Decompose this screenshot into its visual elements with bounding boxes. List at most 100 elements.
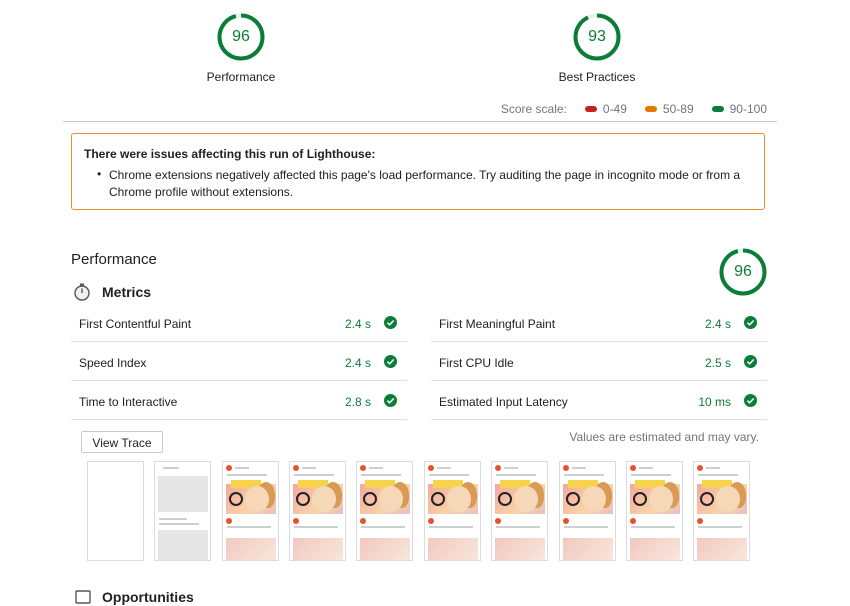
- frame-text-line: [159, 523, 199, 525]
- pass-check-icon: [384, 355, 397, 368]
- filmstrip-frame: [222, 461, 279, 561]
- frame-illustration: [633, 492, 647, 506]
- score-scale-average-dot: [644, 106, 657, 112]
- performance-section-gauge[interactable]: 96: [719, 248, 767, 296]
- frame-image: [495, 538, 545, 560]
- metric-value: 2.8 s: [344, 395, 371, 409]
- frame-text-line: [369, 467, 383, 469]
- run-warning-title: There were issues affecting this run of …: [84, 147, 376, 161]
- best-practices-gauge[interactable]: 93: [573, 13, 621, 61]
- frame-banner: [702, 480, 732, 488]
- view-trace-button[interactable]: View Trace: [81, 431, 163, 453]
- frame-image: [428, 484, 478, 514]
- frame-illustration: [391, 482, 409, 508]
- frame-illustration: [700, 492, 714, 506]
- metric-value: 2.4 s: [344, 356, 371, 370]
- metric-name: First CPU Idle: [439, 356, 514, 370]
- frame-text-line: [572, 467, 586, 469]
- frame-text-line: [706, 467, 720, 469]
- metric-value: 10 ms: [698, 395, 731, 409]
- stopwatch-icon: [74, 283, 90, 301]
- frame-text-line: [698, 474, 738, 476]
- frame-text-line: [698, 526, 742, 528]
- frame-text-line: [294, 526, 338, 528]
- filmstrip-frame-loading: [154, 461, 211, 561]
- pass-check-icon: [744, 316, 757, 329]
- frame-text-line: [564, 526, 608, 528]
- frame-avatar: [630, 518, 636, 524]
- filmstrip-frame: [491, 461, 548, 561]
- frame-image: [697, 484, 747, 514]
- bullet-icon: •: [97, 167, 102, 181]
- pass-check-icon: [744, 355, 757, 368]
- frame-text-line: [631, 526, 675, 528]
- frame-image: [293, 484, 343, 514]
- performance-gauge-label[interactable]: Performance: [191, 70, 291, 84]
- frame-text-line: [631, 474, 671, 476]
- score-scale-label: Score scale:: [500, 102, 567, 116]
- frame-banner: [500, 480, 530, 488]
- frame-illustration: [716, 486, 740, 512]
- frame-avatar: [226, 518, 232, 524]
- frame-banner: [231, 480, 261, 488]
- frame-image: [226, 538, 276, 560]
- opportunities-heading: Opportunities: [102, 589, 194, 605]
- frame-text-line: [159, 518, 187, 520]
- frame-text-line: [429, 474, 469, 476]
- frame-text-line: [504, 467, 518, 469]
- frame-avatar: [495, 465, 501, 471]
- metric-name: First Contentful Paint: [79, 317, 192, 331]
- pass-check-icon: [744, 394, 757, 407]
- score-scale-pass-range: 90-100: [729, 102, 767, 116]
- metric-time-to-interactive: Time to Interactive 2.8 s: [71, 382, 407, 420]
- frame-image: [360, 538, 410, 560]
- frame-banner: [365, 480, 395, 488]
- frame-image: [697, 538, 747, 560]
- score-scale: Score scale: 0-49 50-89 90-100: [501, 102, 767, 116]
- frame-image: [563, 484, 613, 514]
- score-scale-fail-range: 0-49: [602, 102, 627, 116]
- pass-check-icon: [384, 316, 397, 329]
- metric-value: 2.5 s: [704, 356, 731, 370]
- frame-illustration: [649, 486, 673, 512]
- performance-gauge[interactable]: 96: [217, 13, 265, 61]
- frame-avatar: [226, 465, 232, 471]
- performance-score: 96: [232, 28, 250, 45]
- frame-image: [563, 538, 613, 560]
- frame-illustration: [728, 482, 746, 508]
- frame-avatar: [563, 518, 569, 524]
- frame-illustration: [582, 486, 606, 512]
- metric-speed-index: Speed Index 2.4 s: [71, 343, 407, 381]
- frame-illustration: [526, 482, 544, 508]
- run-warning-box: There were issues affecting this run of …: [71, 133, 765, 210]
- frame-banner: [568, 480, 598, 488]
- frame-banner: [433, 480, 463, 488]
- frame-illustration: [379, 486, 403, 512]
- frame-avatar: [697, 465, 703, 471]
- performance-section-score: 96: [734, 263, 752, 280]
- metric-first-contentful-paint: First Contentful Paint 2.4 s: [71, 304, 407, 342]
- frame-placeholder-image: [158, 476, 208, 512]
- frame-illustration: [257, 482, 275, 508]
- frame-illustration: [514, 486, 538, 512]
- frame-illustration: [296, 492, 310, 506]
- frame-avatar: [495, 518, 501, 524]
- frame-avatar: [630, 465, 636, 471]
- filmstrip-frame: [424, 461, 481, 561]
- frame-image: [226, 484, 276, 514]
- metric-estimated-input-latency: Estimated Input Latency 10 ms: [431, 382, 767, 420]
- frame-avatar: [293, 518, 299, 524]
- frame-text-line: [302, 467, 316, 469]
- frame-illustration: [447, 486, 471, 512]
- best-practices-gauge-label[interactable]: Best Practices: [537, 70, 657, 84]
- metric-value: 2.4 s: [344, 317, 371, 331]
- best-practices-score: 93: [588, 28, 606, 45]
- filmstrip-frame: [559, 461, 616, 561]
- frame-avatar: [360, 518, 366, 524]
- frame-illustration: [661, 482, 679, 508]
- frame-illustration: [229, 492, 243, 506]
- opportunities-icon: [75, 590, 91, 604]
- metrics-heading: Metrics: [102, 284, 152, 300]
- frame-text-line: [437, 467, 451, 469]
- metric-value: 2.4 s: [704, 317, 731, 331]
